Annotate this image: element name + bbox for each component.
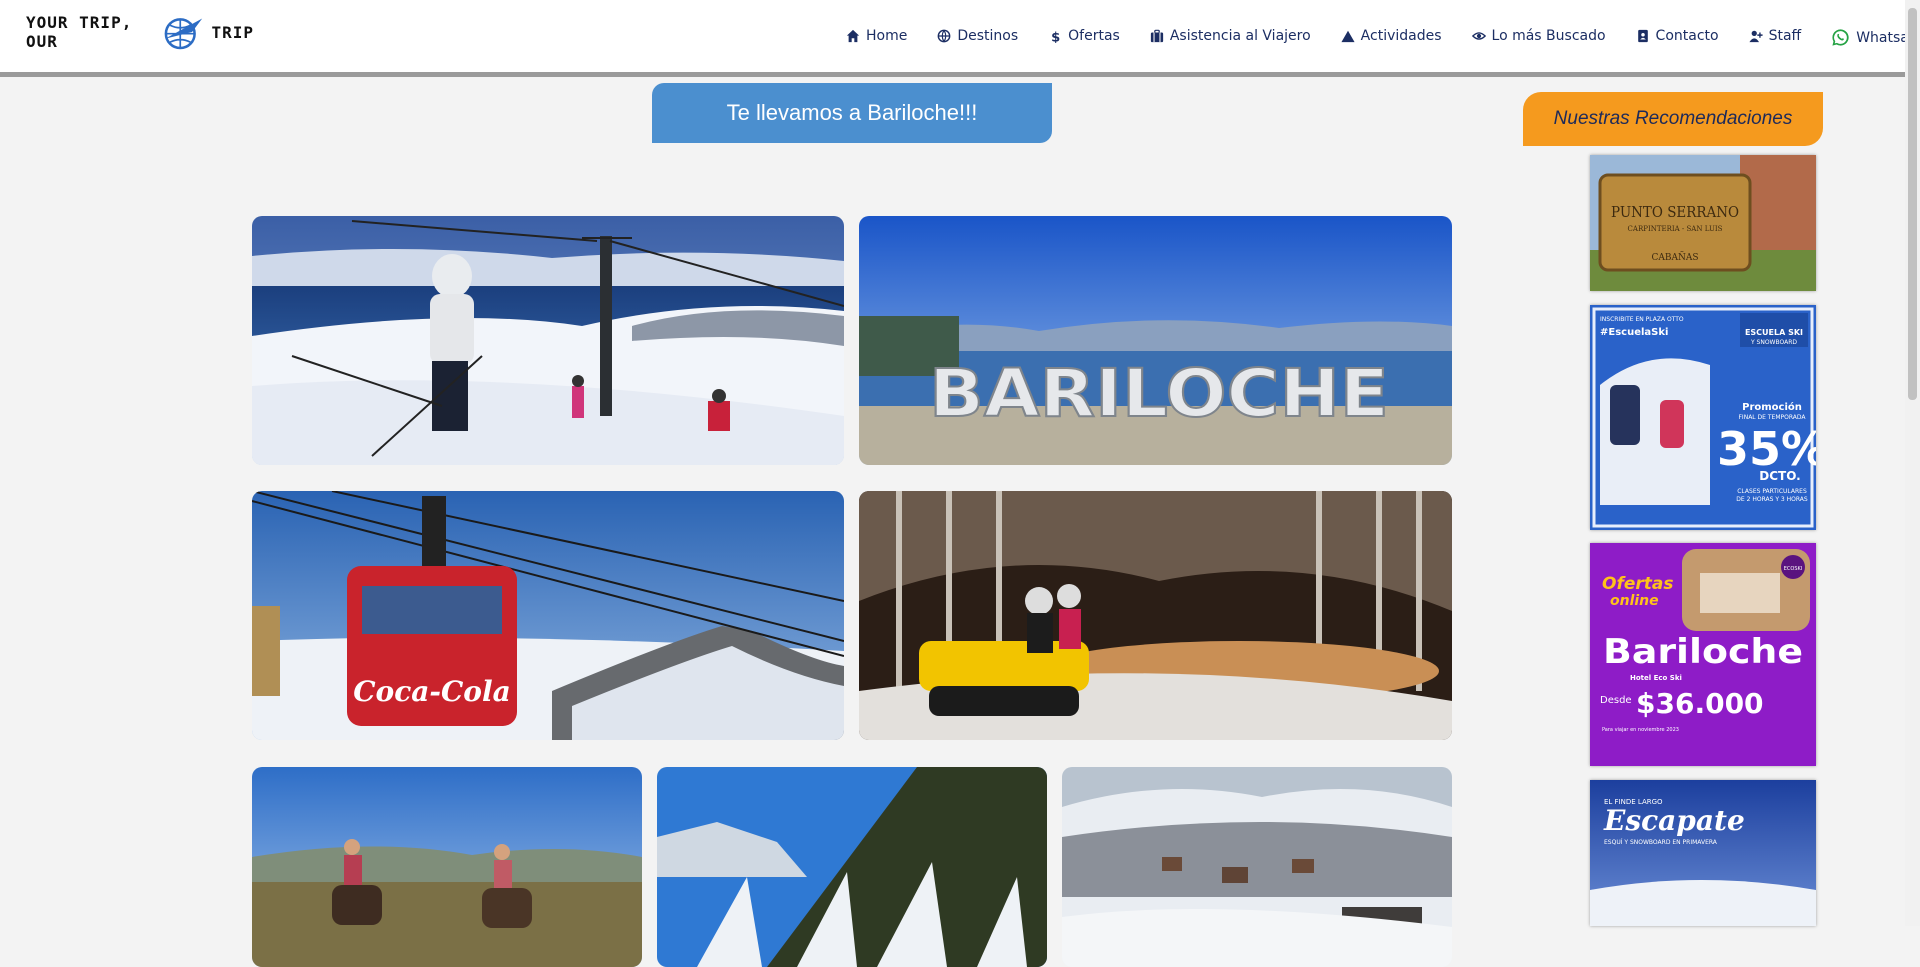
address-book-icon — [1637, 29, 1648, 42]
escapate-ad-image: EL FINDE LARGO Escapate ESQUÍ Y SNOWBOAR… — [1590, 780, 1816, 926]
site-logo[interactable]: YOUR TRIP, OUR TRIP — [26, 10, 254, 54]
ad3-city: Bariloche — [1603, 632, 1803, 672]
escuela-ski-ad-image: INSCRIBITE EN PLAZA OTTO #EscuelaSki ESC… — [1590, 305, 1816, 530]
ad2-desc1: CLASES PARTICULARES — [1737, 488, 1807, 495]
ad4-line2: ESQUÍ Y SNOWBOARD EN PRIMAVERA — [1604, 839, 1718, 846]
gallery-photo-skiers[interactable] — [252, 216, 844, 465]
ad2-big: 35% — [1717, 422, 1816, 476]
ad2-dcto: DCTO. — [1759, 469, 1800, 483]
nav-contacto-label: Contacto — [1655, 27, 1719, 44]
logo-text-left: YOUR TRIP, OUR — [26, 13, 133, 51]
nav-actividades[interactable]: Actividades — [1341, 28, 1442, 44]
header-divider — [0, 72, 1905, 77]
nav-destinos[interactable]: Destinos — [937, 28, 1018, 44]
ad3-online: online — [1610, 593, 1659, 609]
cable-car-photo-image: Coca-Cola — [252, 491, 844, 740]
ad2-desc2: DE 2 HORAS Y 3 HORAS — [1736, 496, 1808, 503]
svg-text:$: $ — [1051, 30, 1060, 43]
nav-contacto[interactable]: Contacto — [1636, 28, 1719, 44]
nav-lo-mas-buscado[interactable]: Lo más Buscado — [1471, 27, 1606, 44]
gallery-photo-snow-quad[interactable] — [859, 491, 1452, 740]
ad2-hashtag: #EscuelaSki — [1600, 327, 1668, 338]
top-navbar: YOUR TRIP, OUR TRIP Home Destinos $ Ofer… — [0, 0, 1920, 72]
nav-ofertas[interactable]: $ Ofertas — [1048, 28, 1120, 44]
punto-serrano-ad-image: PUNTO SERRANO CARPINTERIA - SAN LUIS CAB… — [1590, 155, 1816, 291]
user-plus-icon — [1749, 30, 1763, 42]
dollar-icon: $ — [1051, 30, 1060, 43]
ad-punto-serrano[interactable]: PUNTO SERRANO CARPINTERIA - SAN LUIS CAB… — [1590, 155, 1816, 291]
nav-home[interactable]: Home — [846, 28, 907, 44]
bariloche-sign-photo-image: BARILOCHE — [859, 216, 1452, 465]
ad2-promo-sub: FINAL DE TEMPORADA — [1738, 414, 1806, 421]
ad3-hotel: Hotel Eco Ski — [1630, 674, 1682, 682]
page-title: Te llevamos a Bariloche!!! — [652, 83, 1052, 143]
eye-icon — [1471, 31, 1486, 40]
ad2-badge2: Y SNOWBOARD — [1750, 339, 1797, 346]
gallery-photo-mountain-sails[interactable] — [657, 767, 1047, 967]
ad4-title: Escapate — [1603, 804, 1745, 837]
nav-destinos-label: Destinos — [957, 27, 1019, 44]
gallery-photo-bariloche-sign[interactable]: BARILOCHE — [859, 216, 1452, 465]
nav-home-label: Home — [866, 27, 908, 44]
nav-actividades-label: Actividades — [1360, 27, 1442, 44]
nav-ofertas-label: Ofertas — [1068, 27, 1120, 44]
nav-asistencia[interactable]: Asistencia al Viajero — [1150, 28, 1311, 44]
coca-cola-text: Coca-Cola — [353, 675, 511, 708]
gallery-photo-snow-village[interactable] — [1062, 767, 1452, 967]
mountain-sails-photo-image — [657, 767, 1047, 967]
whatsapp-icon — [1832, 29, 1849, 46]
ad3-ofertas: Ofertas — [1602, 574, 1673, 594]
nav-staff[interactable]: Staff — [1749, 27, 1802, 44]
nav-staff-label: Staff — [1768, 27, 1802, 44]
horseback-photo-image — [252, 767, 642, 967]
ad-escapate[interactable]: EL FINDE LARGO Escapate ESQUÍ Y SNOWBOAR… — [1590, 780, 1816, 926]
bariloche-sign-text: BARILOCHE — [929, 355, 1389, 432]
ad-eco-ski[interactable]: ECOSKI Ofertas online Bariloche Hotel Ec… — [1590, 543, 1816, 766]
mountain-icon — [1341, 30, 1355, 42]
main-nav: Home Destinos $ Ofertas Asistencia al Vi… — [846, 26, 1920, 46]
home-icon — [846, 29, 860, 42]
gallery-photo-cable-car[interactable]: Coca-Cola — [252, 491, 844, 740]
ad3-brand: ECOSKI — [1784, 566, 1803, 572]
ad1-line3: CABAÑAS — [1651, 251, 1698, 263]
skiers-photo-image — [252, 216, 844, 465]
nav-lo-mas-buscado-label: Lo más Buscado — [1491, 27, 1606, 44]
globe-icon — [937, 29, 951, 42]
recommendations-title: Nuestras Recomendaciones — [1523, 92, 1823, 146]
ad3-desde: Desde — [1600, 695, 1632, 706]
logo-text-right: TRIP — [211, 22, 254, 42]
ad2-top: INSCRIBITE EN PLAZA OTTO — [1600, 316, 1684, 323]
ad3-travel: Para viajar en noviembre 2023 — [1602, 727, 1679, 733]
ad3-price: $36.000 — [1636, 687, 1764, 720]
ad1-line1: PUNTO SERRANO — [1611, 203, 1739, 221]
globe-plane-logo-icon — [164, 18, 202, 50]
snow-village-photo-image — [1062, 767, 1452, 967]
eco-ski-ad-image: ECOSKI Ofertas online Bariloche Hotel Ec… — [1590, 543, 1816, 766]
page-scrollbar-thumb[interactable] — [1908, 8, 1917, 400]
ad-escuela-ski[interactable]: INSCRIBITE EN PLAZA OTTO #EscuelaSki ESC… — [1590, 305, 1816, 530]
snow-quad-photo-image — [859, 491, 1452, 740]
briefcase-icon — [1150, 29, 1163, 42]
gallery-photo-horseback[interactable] — [252, 767, 642, 967]
ad1-line2: CARPINTERIA - SAN LUIS — [1628, 225, 1723, 233]
ad2-badge1: ESCUELA SKI — [1745, 328, 1803, 337]
nav-asistencia-label: Asistencia al Viajero — [1169, 27, 1311, 44]
ad2-promo: Promoción — [1742, 401, 1802, 413]
